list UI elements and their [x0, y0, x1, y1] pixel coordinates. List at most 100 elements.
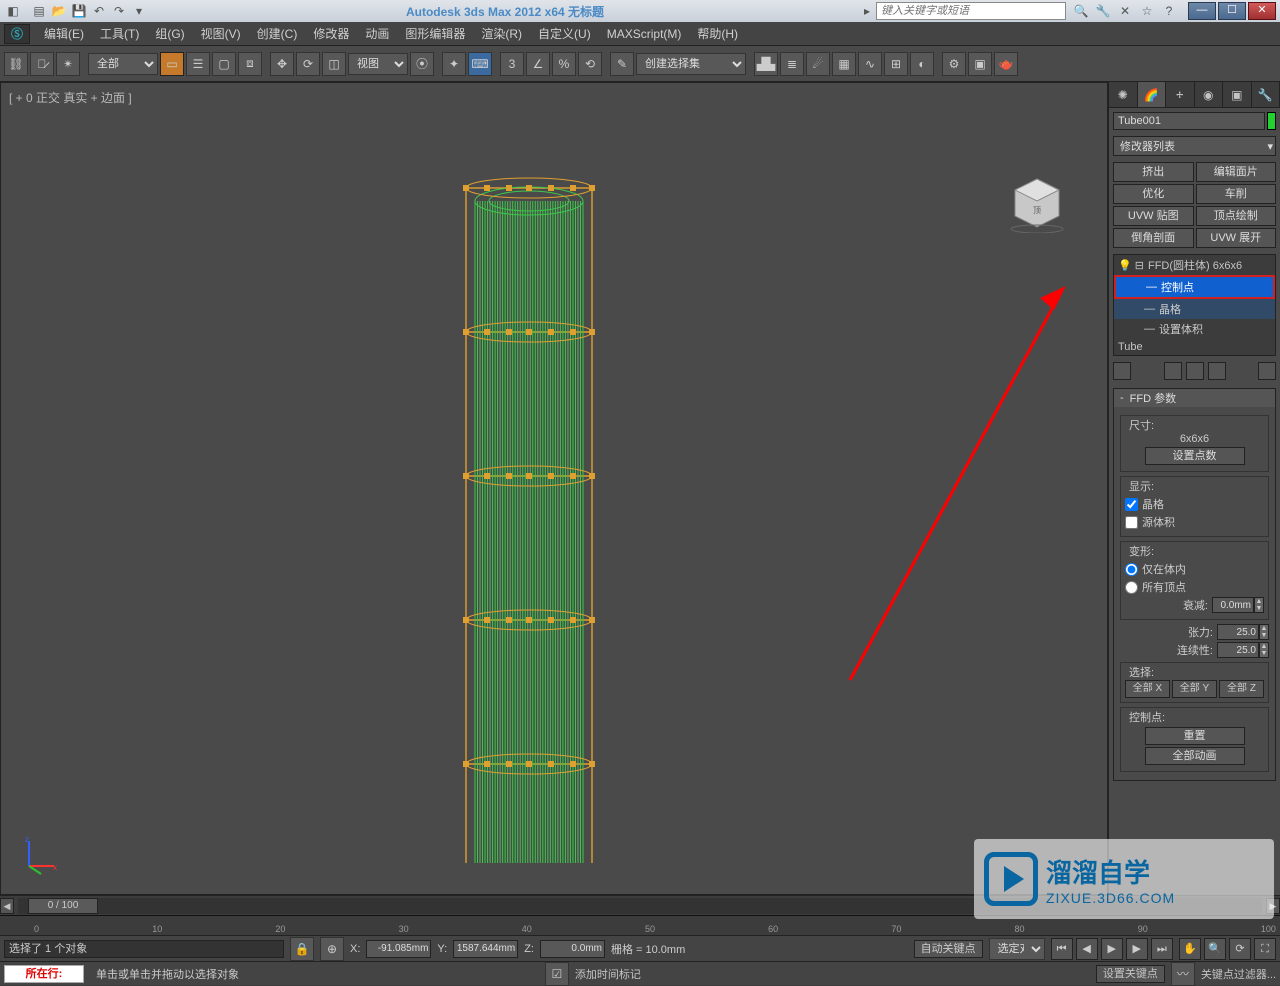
ref-coord-select[interactable]: 视图: [348, 53, 408, 75]
rectangular-region-icon[interactable]: ▢: [212, 52, 236, 76]
render-icon[interactable]: 🫖: [994, 52, 1018, 76]
edit-named-sel-icon[interactable]: ✎: [610, 52, 634, 76]
undo-icon[interactable]: ↶: [90, 2, 108, 20]
all-y-button[interactable]: 全部 Y: [1172, 680, 1217, 698]
time-prev-icon[interactable]: ◀: [0, 898, 14, 914]
menu-views[interactable]: 视图(V): [193, 22, 249, 46]
key-filters-icon[interactable]: 〰: [1171, 962, 1195, 986]
infocenter-icon[interactable]: ▸: [858, 2, 876, 20]
spinner-snap-icon[interactable]: ⟲: [578, 52, 602, 76]
close-button[interactable]: ✕: [1248, 2, 1276, 20]
play-icon[interactable]: ▶: [1101, 938, 1123, 960]
favorites-icon[interactable]: ☆: [1138, 2, 1156, 20]
menu-help[interactable]: 帮助(H): [689, 22, 746, 46]
subscription-icon[interactable]: 🔧: [1094, 2, 1112, 20]
layers-icon[interactable]: ☄: [806, 52, 830, 76]
set-key-button-2[interactable]: 设置关键点: [1096, 965, 1165, 983]
selection-filter-select[interactable]: 全部: [88, 53, 158, 75]
viewcube[interactable]: 顶: [1007, 173, 1067, 233]
remove-modifier-icon[interactable]: [1208, 362, 1226, 380]
snap-3d-icon[interactable]: 3: [500, 52, 524, 76]
menu-create[interactable]: 创建(C): [249, 22, 306, 46]
modbtn-uvwmap[interactable]: UVW 贴图: [1113, 206, 1194, 226]
modbtn-lathe[interactable]: 车削: [1196, 184, 1277, 204]
pivot-center-icon[interactable]: ⦿: [410, 52, 434, 76]
continuity-spinner[interactable]: ▲▼: [1259, 642, 1269, 658]
falloff-spinner[interactable]: ▲▼: [1254, 597, 1264, 613]
percent-snap-icon[interactable]: %: [552, 52, 576, 76]
graphite-icon[interactable]: ▦: [832, 52, 856, 76]
animate-all-button[interactable]: 全部动画: [1145, 747, 1245, 765]
stack-ffd[interactable]: 💡 ⊟ FFD(圆柱体) 6x6x6: [1114, 255, 1275, 275]
menu-tools[interactable]: 工具(T): [92, 22, 147, 46]
minimize-button[interactable]: —: [1188, 2, 1216, 20]
time-slider-thumb[interactable]: 0 / 100: [28, 898, 98, 914]
menu-customize[interactable]: 自定义(U): [530, 22, 599, 46]
rollout-ffd-params[interactable]: -FFD 参数: [1114, 389, 1275, 407]
redo-icon[interactable]: ↷: [110, 2, 128, 20]
window-crossing-icon[interactable]: ⧈: [238, 52, 262, 76]
nav-zoom-icon[interactable]: 🔍: [1204, 938, 1226, 960]
scale-icon[interactable]: ◫: [322, 52, 346, 76]
modbtn-bevelprofile[interactable]: 倒角剖面: [1113, 228, 1194, 248]
make-unique-icon[interactable]: [1186, 362, 1204, 380]
search-go-icon[interactable]: 🔍: [1072, 2, 1090, 20]
menu-grapheditors[interactable]: 图形编辑器: [397, 22, 473, 46]
continuity-input[interactable]: [1217, 642, 1259, 658]
coord-z-input[interactable]: [540, 940, 605, 958]
named-selection-select[interactable]: 创建选择集: [636, 53, 746, 75]
stack-tube[interactable]: Tube: [1114, 339, 1275, 355]
reset-button[interactable]: 重置: [1145, 727, 1245, 745]
menu-rendering[interactable]: 渲染(R): [473, 22, 530, 46]
tab-utilities[interactable]: 🔧: [1252, 82, 1280, 107]
goto-start-icon[interactable]: ⏮: [1051, 938, 1073, 960]
help-icon[interactable]: ?: [1160, 2, 1178, 20]
tab-display[interactable]: ▣: [1223, 82, 1252, 107]
menu-maxscript[interactable]: MAXScript(M): [599, 22, 690, 46]
modifier-stack[interactable]: 💡 ⊟ FFD(圆柱体) 6x6x6 — 控制点 — 晶格 — 设置体积 Tub…: [1113, 254, 1276, 356]
goto-end-icon[interactable]: ⏭: [1151, 938, 1173, 960]
schematic-view-icon[interactable]: ⊞: [884, 52, 908, 76]
prev-frame-icon[interactable]: ◀: [1076, 938, 1098, 960]
set-points-button[interactable]: 设置点数: [1145, 447, 1245, 465]
all-x-button[interactable]: 全部 X: [1125, 680, 1170, 698]
lattice-checkbox[interactable]: [1125, 498, 1138, 511]
tab-motion[interactable]: ◉: [1195, 82, 1224, 107]
render-setup-icon[interactable]: ⚙: [942, 52, 966, 76]
menu-animation[interactable]: 动画: [357, 22, 397, 46]
add-time-tag[interactable]: 添加时间标记: [575, 966, 641, 982]
modbtn-uvwunwrap[interactable]: UVW 展开: [1196, 228, 1277, 248]
all-verts-radio[interactable]: [1125, 581, 1138, 594]
rendered-frame-icon[interactable]: ▣: [968, 52, 992, 76]
tab-hierarchy[interactable]: 🕂: [1166, 82, 1195, 107]
menu-edit[interactable]: 编辑(E): [36, 22, 92, 46]
menu-group[interactable]: 组(G): [147, 22, 192, 46]
align-icon[interactable]: ≣: [780, 52, 804, 76]
modifier-list-select[interactable]: 修改器列表▾: [1113, 136, 1276, 156]
mirror-icon[interactable]: ▟▙: [754, 52, 778, 76]
keyboard-shortcut-icon[interactable]: ⌨: [468, 52, 492, 76]
curve-editor-icon[interactable]: ∿: [858, 52, 882, 76]
key-filters-label[interactable]: 关键点过滤器...: [1201, 966, 1276, 982]
nav-max-icon[interactable]: ⛶: [1254, 938, 1276, 960]
nav-orbit-icon[interactable]: ⟳: [1229, 938, 1251, 960]
select-by-name-icon[interactable]: ☰: [186, 52, 210, 76]
falloff-input[interactable]: [1212, 597, 1254, 613]
tab-create[interactable]: ✺: [1109, 82, 1138, 107]
rotate-icon[interactable]: ⟳: [296, 52, 320, 76]
search-input[interactable]: [876, 2, 1066, 20]
modbtn-extrude[interactable]: 挤出: [1113, 162, 1194, 182]
modbtn-vertexpaint[interactable]: 顶点绘制: [1196, 206, 1277, 226]
bind-spacewarp-icon[interactable]: ✴: [56, 52, 80, 76]
auto-key-button[interactable]: 自动关键点: [914, 940, 983, 958]
modbtn-optimize[interactable]: 优化: [1113, 184, 1194, 204]
angle-snap-icon[interactable]: ∠: [526, 52, 550, 76]
tab-modify[interactable]: 🌈: [1138, 82, 1167, 107]
comm-center-icon[interactable]: ☑: [545, 962, 569, 986]
coord-y-input[interactable]: [453, 940, 518, 958]
unlink-icon[interactable]: ⛓̷: [30, 52, 54, 76]
all-z-button[interactable]: 全部 Z: [1219, 680, 1264, 698]
menu-modifiers[interactable]: 修改器: [305, 22, 357, 46]
app-logo-icon[interactable]: Ⓢ: [4, 24, 30, 44]
open-icon[interactable]: 📂: [50, 2, 68, 20]
